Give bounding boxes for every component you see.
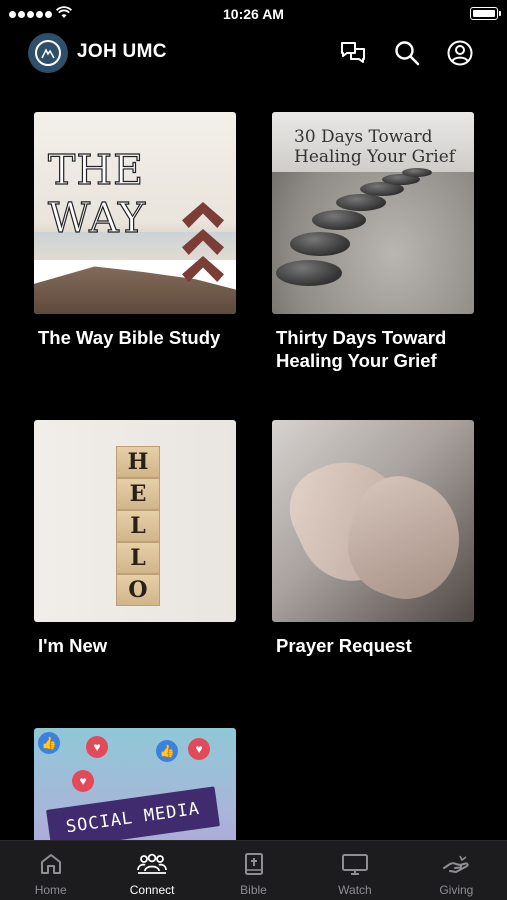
tab-label: Watch (338, 883, 372, 897)
user-profile-icon (447, 40, 473, 66)
tab-watch[interactable]: Watch (304, 841, 405, 900)
search-button[interactable] (393, 39, 421, 67)
letter-block: H (116, 446, 160, 478)
tab-giving[interactable]: Giving (406, 841, 507, 900)
tab-label: Giving (439, 883, 474, 897)
app-header: JOH UMC (0, 30, 507, 78)
chat-bubbles-icon (341, 42, 365, 63)
card-thumbnail: 30 Days Toward Healing Your Grief (272, 112, 474, 314)
letter-block: L (116, 542, 160, 574)
card-healing-grief[interactable]: 30 Days Toward Healing Your Grief Thirty… (272, 112, 474, 372)
heart-icon: ♥ (72, 770, 94, 792)
card-title: Thirty Days Toward Healing Your Grief (276, 327, 447, 371)
tab-bible[interactable]: Bible (203, 841, 304, 900)
search-icon (395, 41, 420, 66)
card-thumbnail: H E L L O (34, 420, 236, 622)
tab-label: Home (34, 883, 67, 897)
card-title: Prayer Request (276, 635, 412, 656)
tv-icon (341, 854, 368, 875)
card-the-way-bible-study[interactable]: THE WAY The Way Bible Study (34, 112, 236, 349)
thumbnail-heading: 30 Days Toward Healing Your Grief (294, 127, 456, 167)
giving-icon (443, 855, 469, 873)
thumbs-up-icon: 👍 (156, 740, 178, 762)
messages-button[interactable] (339, 39, 367, 67)
card-im-new[interactable]: H E L L O I'm New (34, 420, 236, 657)
status-time: 10:26 AM (223, 6, 284, 22)
heart-icon: ♥ (86, 736, 108, 758)
card-title: The Way Bible Study (38, 327, 221, 348)
home-icon (40, 854, 61, 874)
card-title: I'm New (38, 635, 108, 656)
logo-mark-icon (35, 40, 61, 66)
bible-icon (244, 853, 263, 875)
status-bar: 10:26 AM (0, 0, 507, 28)
thumbs-up-icon: 👍 (38, 732, 60, 754)
profile-button[interactable] (446, 39, 474, 67)
tab-connect[interactable]: Connect (101, 841, 202, 900)
card-thumbnail (272, 420, 474, 622)
letter-block: L (116, 510, 160, 542)
letter-block: E (116, 478, 160, 510)
tab-label: Connect (129, 883, 175, 897)
heart-icon: ♥ (188, 738, 210, 760)
thumbnail-heading: THE WAY (47, 145, 147, 242)
church-logo[interactable] (28, 33, 68, 73)
app-title: JOH UMC (77, 41, 167, 62)
letter-block: O (116, 574, 160, 606)
bottom-tab-bar: Home Connect Bible Watch Giving (0, 840, 507, 900)
card-prayer-request[interactable]: Prayer Request (272, 420, 474, 657)
card-thumbnail: THE WAY (34, 112, 236, 314)
connect-icon (137, 853, 168, 874)
battery-icon (470, 7, 501, 20)
tab-label: Bible (240, 883, 267, 897)
tab-home[interactable]: Home (0, 841, 101, 900)
